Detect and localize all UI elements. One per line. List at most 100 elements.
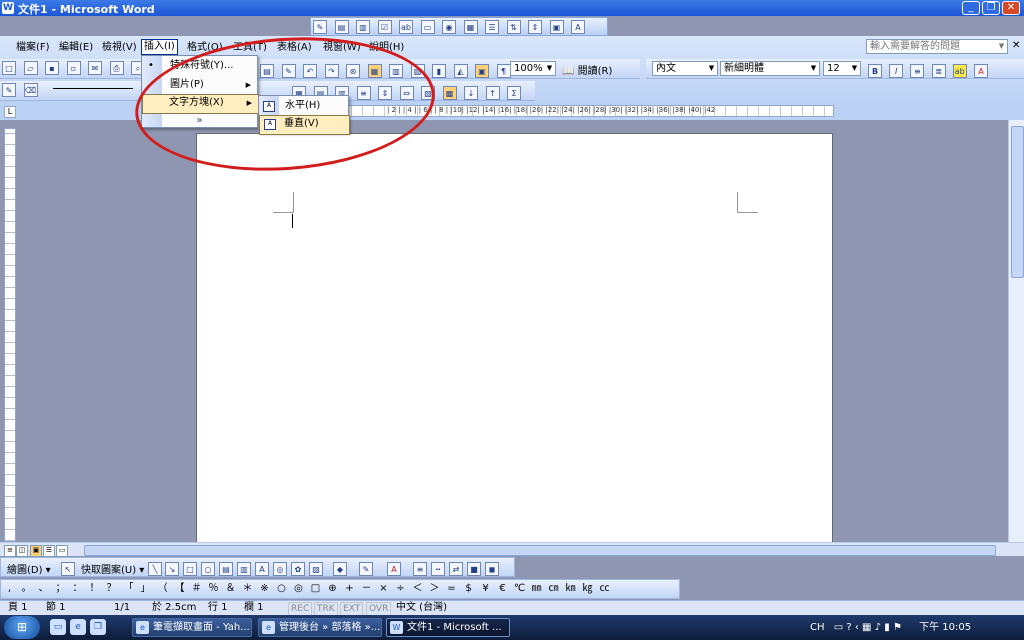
symbol-button[interactable]: ※ [256, 580, 273, 598]
vertical-ruler[interactable] [4, 128, 16, 542]
symbol-button[interactable]: 「 [120, 580, 137, 598]
menu-view[interactable]: 檢視(V) [102, 40, 137, 56]
chevron-down-icon[interactable]: ▼ [545, 63, 554, 74]
outline-view-icon[interactable]: ☰ [43, 545, 55, 557]
symbol-button[interactable]: = [443, 580, 460, 598]
dropdown-field-icon[interactable]: ▭ [420, 20, 435, 34]
symbol-button[interactable]: € [494, 580, 511, 598]
chevron-down-icon[interactable]: ▼ [707, 63, 716, 74]
textbox-icon[interactable]: ▤ [219, 562, 233, 576]
form-icon-2[interactable]: ▥ [356, 20, 370, 34]
chevron-down-icon[interactable]: ▼ [997, 41, 1006, 52]
checkbox-icon[interactable]: ☑ [377, 20, 392, 34]
permission-icon[interactable]: ▫ [66, 61, 81, 75]
flag-icon[interactable]: ⚑ [893, 622, 902, 633]
align-left-icon[interactable]: ≡ [910, 64, 925, 78]
align-right-icon[interactable]: ≣ [931, 64, 946, 78]
symbol-button[interactable]: （ [154, 580, 171, 598]
symbol-button[interactable]: 【 [171, 580, 188, 598]
ask-question-box[interactable]: 輸入需要解答的問題 ▼ [866, 39, 1008, 54]
arrow-icon[interactable]: ↘ [165, 562, 179, 576]
italic-icon[interactable]: I [889, 64, 904, 78]
wordart-icon[interactable]: A [255, 562, 269, 576]
document-page[interactable] [196, 133, 833, 543]
horizontal-scrollbar[interactable]: ≡ ◫ ▣ ☰ ▭ [0, 542, 1024, 557]
dash-style-icon[interactable]: ┅ [431, 562, 445, 576]
symbol-button[interactable]: 」 [137, 580, 154, 598]
columns-icon[interactable]: ▮ [432, 64, 446, 78]
eraser-icon[interactable]: ⌫ [23, 83, 38, 97]
font-color-icon[interactable]: A [387, 562, 401, 576]
symbol-button[interactable]: ㎏ [579, 580, 596, 598]
draw-table-icon[interactable]: ✎ [313, 20, 327, 34]
maximize-button[interactable]: ❐ [982, 1, 1000, 15]
status-ovr[interactable]: OVR [366, 602, 392, 616]
symbol-button[interactable]: ＜ [409, 580, 426, 598]
textfield-icon[interactable]: ab [399, 20, 413, 34]
chevron-down-icon[interactable]: ▼ [809, 63, 818, 74]
vertical-scrollbar[interactable] [1008, 120, 1024, 542]
radio-icon[interactable]: ◉ [442, 20, 456, 34]
symbol-button[interactable]: － [358, 580, 375, 598]
line-color-icon[interactable]: ✎ [359, 562, 373, 576]
symbol-button[interactable]: ÷ [392, 580, 409, 598]
battery-icon[interactable]: ▮ [884, 622, 890, 633]
symbol-button[interactable]: ⊕ [324, 580, 341, 598]
minimize-button[interactable]: _ [962, 1, 980, 15]
tray-expand-icon[interactable]: ‹ [855, 622, 859, 633]
symbol-button[interactable]: ＞ [426, 580, 443, 598]
list-icon[interactable]: ☰ [485, 20, 499, 34]
symbol-button[interactable]: × [375, 580, 392, 598]
diagram-icon[interactable]: ◎ [273, 562, 287, 576]
symbol-button[interactable]: ＊ [239, 580, 256, 598]
close-button[interactable]: ✕ [1002, 1, 1020, 15]
rectangle-icon[interactable]: □ [183, 562, 197, 576]
status-ext[interactable]: EXT [340, 602, 364, 616]
symbol-button[interactable]: 。 [18, 580, 35, 598]
start-button[interactable]: ⊞ [4, 616, 40, 639]
symbol-button[interactable]: ； [52, 580, 69, 598]
bold-icon[interactable]: B [868, 64, 882, 78]
taskbar-task[interactable]: e 管理後台 » 部落格 »... [258, 618, 382, 637]
new-icon[interactable]: □ [2, 61, 16, 75]
form-icon[interactable]: ▤ [334, 20, 349, 34]
3d-icon[interactable]: ◼ [485, 562, 499, 576]
language-indicator[interactable]: CH [810, 622, 825, 633]
symbol-button[interactable]: ㏄ [596, 580, 613, 598]
switch-windows-icon[interactable]: ❐ [90, 619, 106, 635]
frame-icon[interactable]: ▦ [463, 20, 478, 34]
email-icon[interactable]: ✉ [88, 61, 102, 75]
symbol-button[interactable]: ？ [103, 580, 120, 598]
open-icon[interactable]: ▱ [23, 61, 38, 75]
font-color-icon[interactable]: A [973, 64, 988, 78]
menu-insert[interactable]: 插入(I) [141, 39, 178, 55]
symbol-button[interactable]: ¥ [477, 580, 494, 598]
clock[interactable]: 下午 10:05 [919, 622, 971, 633]
symbol-button[interactable]: ％ [205, 580, 222, 598]
line-icon[interactable]: ╲ [148, 562, 162, 576]
autoshapes-button[interactable]: 快取圖案(U) ▾ [81, 561, 144, 576]
spin-icon[interactable]: ⇕ [528, 20, 542, 34]
gridlines-icon[interactable]: ▩ [442, 86, 457, 100]
keyboard-icon[interactable]: ▭ [834, 622, 843, 633]
menu-file[interactable]: 檔案(F) [16, 40, 50, 56]
vertical-textbox-icon[interactable]: ▥ [237, 562, 251, 576]
normal-view-icon[interactable]: ≡ [4, 545, 16, 557]
line-style-select[interactable] [53, 87, 133, 89]
show-hide-icon[interactable]: ¶ [496, 64, 511, 78]
arrow-style-icon[interactable]: ⇄ [449, 562, 463, 576]
symbol-button[interactable]: + [341, 580, 358, 598]
network-icon[interactable]: ▦ [862, 622, 871, 633]
symbol-button[interactable]: ㎝ [545, 580, 562, 598]
print-icon[interactable]: ⎙ [109, 61, 124, 75]
label-icon[interactable]: ▣ [549, 20, 564, 34]
taskbar-task-active[interactable]: W 文件1 - Microsoft ... [386, 618, 510, 637]
size-select[interactable]: 12 ▼ [823, 61, 861, 76]
show-desktop-icon[interactable]: ▭ [50, 619, 66, 635]
volume-icon[interactable]: ♪ [875, 622, 881, 633]
draw-menu-button[interactable]: 繪圖(D) ▾ [7, 561, 51, 576]
symbol-button[interactable]: ＆ [222, 580, 239, 598]
document-map-icon[interactable]: ▣ [475, 64, 489, 78]
symbol-button[interactable]: ： [69, 580, 86, 598]
reading-view-icon[interactable]: ▭ [56, 545, 68, 557]
